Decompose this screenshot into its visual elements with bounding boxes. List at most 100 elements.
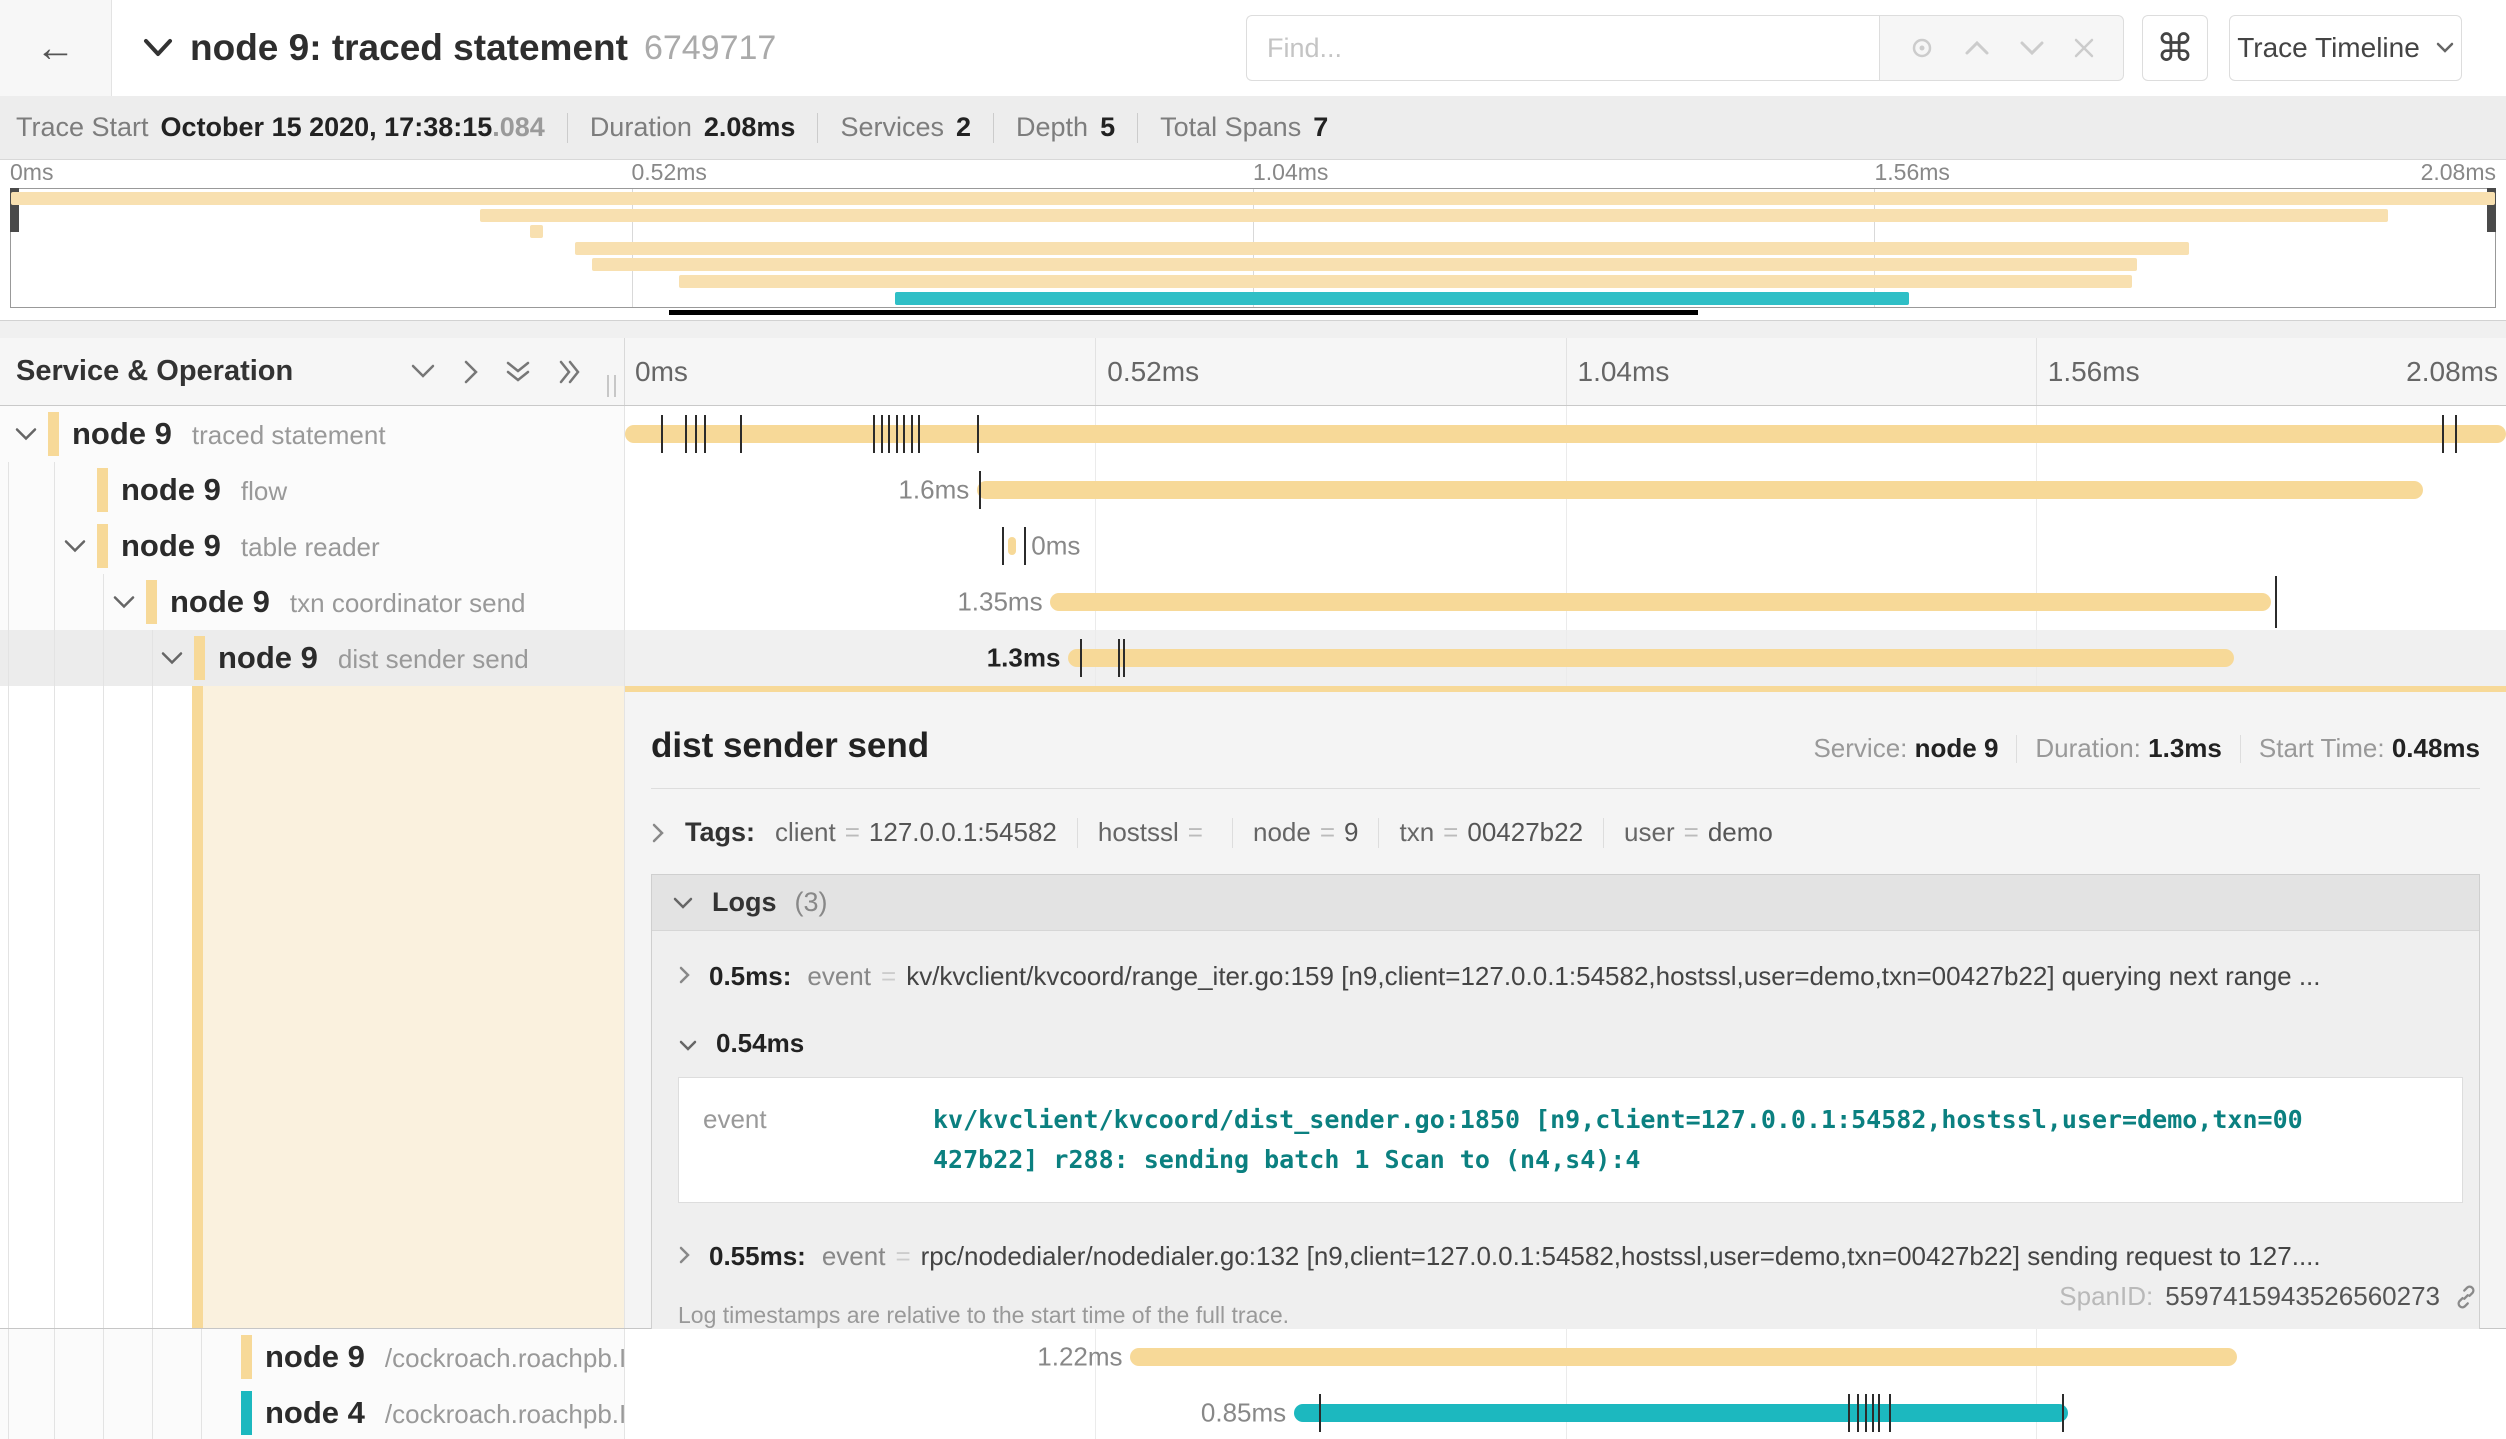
log-marker bbox=[704, 415, 706, 453]
log-value: kv/kvclient/kvcoord/range_iter.go:159 [n… bbox=[906, 961, 2320, 992]
logs-label: Logs bbox=[712, 887, 777, 918]
trace-services: Services2 bbox=[840, 112, 971, 143]
span-timeline-cell[interactable]: 1.22ms bbox=[625, 1329, 2506, 1385]
service-name: node 9 bbox=[265, 1339, 365, 1375]
span-bar[interactable] bbox=[1008, 537, 1016, 555]
span-timeline-cell[interactable]: 0.85ms bbox=[625, 1385, 2506, 1439]
service-name: node 9 bbox=[72, 416, 172, 452]
span-name-cell[interactable]: node 4/cockroach.roachpb.I... bbox=[0, 1385, 625, 1439]
trace-depth: Depth5 bbox=[1016, 112, 1115, 143]
chevron-down-icon[interactable] bbox=[160, 651, 184, 666]
log-marker bbox=[881, 415, 883, 453]
minimap-detail-indicator bbox=[669, 310, 1698, 315]
expand-one-level-icon[interactable] bbox=[410, 363, 436, 380]
span-timeline-cell[interactable]: 1.3ms bbox=[625, 630, 2506, 686]
span-name-cell[interactable]: node 9/cockroach.roachpb.I... bbox=[0, 1329, 625, 1385]
span-timeline-cell[interactable]: 1.6ms bbox=[625, 462, 2506, 518]
log-entry-3[interactable]: 0.55ms: event = rpc/nodedialer/nodediale… bbox=[652, 1211, 2479, 1278]
span-duration-label: 1.22ms bbox=[1037, 1342, 1122, 1373]
page-title: node 9: traced statement bbox=[190, 27, 628, 69]
log-marker bbox=[2275, 576, 2277, 628]
log-marker bbox=[979, 471, 981, 509]
log-entry-2-header[interactable]: 0.54ms bbox=[652, 998, 2479, 1059]
chevron-down-icon[interactable] bbox=[142, 37, 174, 59]
span-color-bar bbox=[192, 686, 203, 1328]
trace-id: 6749717 bbox=[644, 29, 776, 68]
span-duration-label: 0.85ms bbox=[1201, 1398, 1286, 1429]
log-marker bbox=[1024, 527, 1026, 565]
chevron-right-icon bbox=[651, 822, 665, 844]
log-marker bbox=[661, 415, 663, 453]
operation-name: table reader bbox=[241, 532, 380, 563]
span-color-swatch bbox=[241, 1335, 252, 1379]
back-button[interactable]: ← bbox=[0, 0, 112, 96]
logs-header[interactable]: Logs (3) bbox=[652, 875, 2479, 931]
column-resize-grip[interactable] bbox=[607, 375, 616, 397]
span-name-cell[interactable]: node 9dist sender send bbox=[0, 630, 625, 686]
clear-search-icon[interactable] bbox=[2073, 37, 2095, 59]
keyboard-shortcuts-button[interactable]: ⌘ bbox=[2142, 15, 2208, 81]
next-match-icon[interactable] bbox=[2019, 40, 2045, 56]
span-detail-row: dist sender send Service: node 9 Duratio… bbox=[0, 686, 2506, 1329]
span-timeline-cell[interactable] bbox=[625, 406, 2506, 462]
collapse-all-icon[interactable] bbox=[557, 359, 583, 385]
log-timestamp: 0.5ms: bbox=[709, 961, 791, 992]
log-marker bbox=[873, 415, 875, 453]
tag-user: user=demo bbox=[1624, 817, 1773, 848]
log-marker bbox=[911, 415, 913, 453]
span-bar[interactable] bbox=[625, 425, 2506, 443]
prev-match-icon[interactable] bbox=[1964, 40, 1990, 56]
span-name-cell[interactable]: node 9 table reader bbox=[0, 518, 625, 574]
view-selector-label: Trace Timeline bbox=[2237, 32, 2420, 64]
minimap-tick-labels: 0ms 0.52ms 1.04ms 1.56ms 2.08ms bbox=[10, 160, 2496, 188]
find-input[interactable] bbox=[1246, 15, 1879, 81]
service-name: node 9 bbox=[121, 528, 221, 564]
expand-all-icon[interactable] bbox=[505, 359, 531, 385]
minimap-canvas[interactable] bbox=[10, 188, 2496, 308]
locate-icon[interactable] bbox=[1908, 34, 1936, 62]
log-marker bbox=[695, 415, 697, 453]
divider bbox=[1137, 113, 1138, 143]
chevron-down-icon[interactable] bbox=[14, 427, 38, 442]
chevron-down-icon bbox=[2436, 42, 2454, 54]
tags-section[interactable]: Tags: client=127.0.0.1:54582 hostssl= no… bbox=[651, 817, 2480, 848]
span-bar[interactable] bbox=[1130, 1348, 2237, 1366]
span-timeline-cell[interactable]: 1.35ms bbox=[625, 574, 2506, 630]
span-bar[interactable] bbox=[1050, 593, 2271, 611]
divider bbox=[651, 788, 2480, 789]
span-id-row: SpanID: 5597415943526560273 bbox=[2059, 1281, 2480, 1312]
command-icon: ⌘ bbox=[2156, 26, 2194, 71]
log-entry-1[interactable]: 0.5ms: event = kv/kvclient/kvcoord/range… bbox=[652, 931, 2479, 998]
trace-minimap: 0ms 0.52ms 1.04ms 1.56ms 2.08ms bbox=[0, 160, 2506, 320]
log-marker bbox=[685, 415, 687, 453]
chevron-down-icon[interactable] bbox=[112, 595, 136, 610]
log-marker bbox=[1123, 639, 1125, 677]
trace-view-selector[interactable]: Trace Timeline bbox=[2229, 15, 2462, 81]
gridline bbox=[2036, 338, 2037, 405]
log-marker bbox=[1848, 1394, 1850, 1432]
service-name: node 4 bbox=[265, 1395, 365, 1431]
span-name-cell[interactable]: node 9txn coordinator send bbox=[0, 574, 625, 630]
copy-link-icon[interactable] bbox=[2452, 1283, 2480, 1311]
minimap-span-bar bbox=[575, 242, 2190, 255]
chevron-down-icon[interactable] bbox=[63, 539, 87, 554]
collapse-one-level-icon[interactable] bbox=[462, 359, 479, 385]
span-name-cell[interactable]: node 9flow bbox=[0, 462, 625, 518]
span-id-value: 5597415943526560273 bbox=[2165, 1281, 2440, 1312]
span-bar[interactable] bbox=[977, 481, 2423, 499]
service-name: node 9 bbox=[218, 640, 318, 676]
logs-count: (3) bbox=[795, 887, 828, 918]
span-row-txn-coordinator-send: node 9txn coordinator send 1.35ms bbox=[0, 574, 2506, 630]
span-name-cell[interactable]: node 9traced statement bbox=[0, 406, 625, 462]
span-bar[interactable] bbox=[1294, 1404, 2068, 1422]
operation-name: /cockroach.roachpb.I... bbox=[385, 1343, 648, 1374]
span-timeline-cell[interactable]: 0ms bbox=[625, 518, 2506, 574]
log-marker bbox=[1857, 1394, 1859, 1432]
log-marker bbox=[1889, 1394, 1891, 1432]
minimap-span-bar bbox=[530, 225, 542, 238]
log-marker bbox=[2062, 1394, 2064, 1432]
span-bar[interactable] bbox=[1068, 649, 2234, 667]
span-duration-label: 1.3ms bbox=[987, 643, 1061, 674]
chevron-down-icon bbox=[672, 896, 694, 910]
log-marker bbox=[896, 415, 898, 453]
